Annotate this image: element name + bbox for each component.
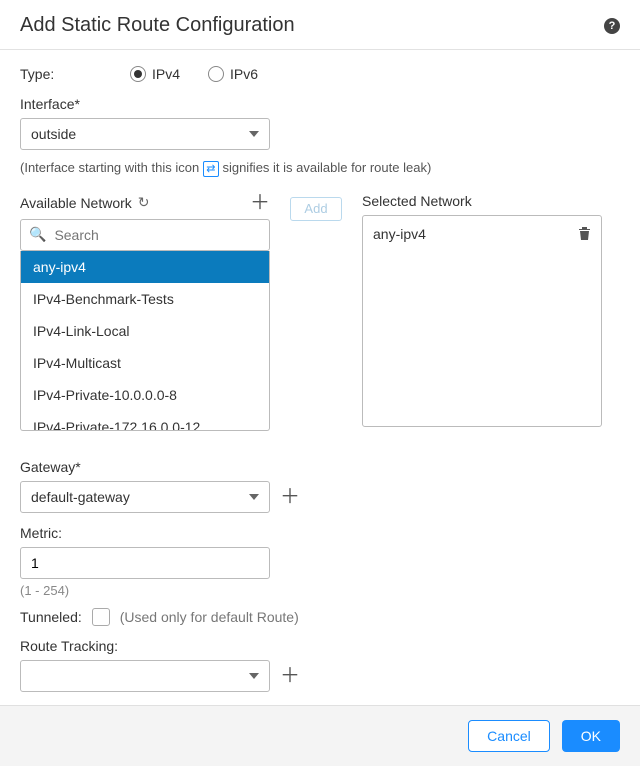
radio-ipv4-label: IPv4	[152, 66, 180, 82]
add-network-icon[interactable]: ＋	[250, 193, 270, 213]
chevron-down-icon	[249, 494, 259, 500]
radio-ipv6-label: IPv6	[230, 66, 258, 82]
interface-hint: (Interface starting with this icon ⇄ sig…	[20, 160, 620, 177]
selected-item: any-ipv4	[371, 222, 593, 247]
list-item[interactable]: any-ipv4	[21, 251, 269, 283]
chevron-down-icon	[249, 673, 259, 679]
radio-ipv4[interactable]: IPv4	[130, 66, 180, 82]
add-button[interactable]: Add	[290, 197, 342, 221]
route-leak-icon: ⇄	[203, 161, 219, 177]
type-label: Type:	[20, 66, 130, 82]
gateway-label: Gateway*	[20, 459, 620, 475]
refresh-icon[interactable]: ↻	[138, 194, 150, 211]
available-network-label: Available Network	[20, 195, 132, 211]
selected-network-label: Selected Network	[362, 193, 602, 209]
metric-range: (1 - 254)	[20, 583, 620, 598]
list-item[interactable]: IPv4-Benchmark-Tests	[21, 283, 269, 315]
add-gateway-icon[interactable]: ＋	[280, 487, 300, 507]
dialog-title: Add Static Route Configuration	[20, 14, 295, 37]
add-route-tracking-icon[interactable]: ＋	[280, 666, 300, 686]
interface-select[interactable]: outside	[20, 118, 270, 150]
metric-label: Metric:	[20, 525, 620, 541]
metric-input[interactable]	[20, 547, 270, 579]
help-icon[interactable]: ?	[604, 18, 620, 34]
search-box[interactable]: 🔍	[20, 219, 270, 251]
route-tracking-label: Route Tracking:	[20, 638, 620, 654]
tunneled-label: Tunneled:	[20, 609, 82, 625]
trash-icon[interactable]	[578, 226, 591, 243]
tunneled-checkbox[interactable]	[92, 608, 110, 626]
interface-value: outside	[31, 126, 76, 142]
tunneled-hint: (Used only for default Route)	[120, 609, 299, 625]
selected-network-list: any-ipv4	[362, 215, 602, 427]
chevron-down-icon	[249, 131, 259, 137]
list-item[interactable]: IPv4-Multicast	[21, 347, 269, 379]
cancel-button[interactable]: Cancel	[468, 720, 550, 752]
search-icon: 🔍	[29, 226, 46, 243]
route-tracking-select[interactable]	[20, 660, 270, 692]
list-item[interactable]: IPv4-Link-Local	[21, 315, 269, 347]
available-network-list[interactable]: any-ipv4IPv4-Benchmark-TestsIPv4-Link-Lo…	[20, 251, 270, 431]
search-input[interactable]	[52, 226, 261, 244]
gateway-value: default-gateway	[31, 489, 130, 505]
interface-label: Interface*	[20, 96, 620, 112]
ok-button[interactable]: OK	[562, 720, 620, 752]
radio-ipv6[interactable]: IPv6	[208, 66, 258, 82]
gateway-select[interactable]: default-gateway	[20, 481, 270, 513]
list-item[interactable]: IPv4-Private-172.16.0.0-12	[21, 411, 269, 431]
list-item[interactable]: IPv4-Private-10.0.0.0-8	[21, 379, 269, 411]
